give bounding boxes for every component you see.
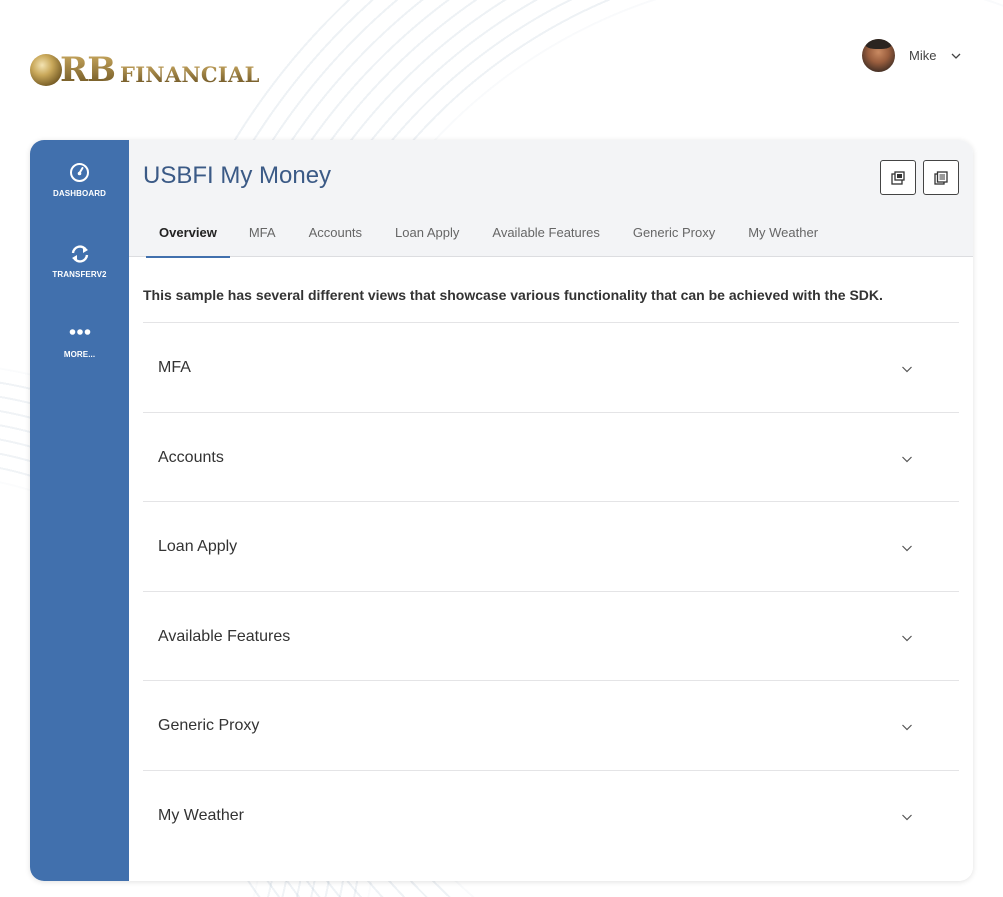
accordion-label: Available Features (158, 627, 291, 645)
accordion-label: Generic Proxy (158, 717, 260, 735)
brand-logo[interactable]: RB FINANCIAL (30, 50, 260, 90)
sidebar-nav: DASHBOARD TRANSFERV2 MORE... (30, 140, 129, 881)
accordion-label: Accounts (158, 448, 224, 466)
more-dots-icon (69, 329, 90, 335)
accordion-item-accounts[interactable]: Accounts (143, 411, 959, 502)
tab-my-weather[interactable]: My Weather (728, 213, 831, 257)
tab-overview[interactable]: Overview (146, 213, 230, 258)
intro-text: This sample has several different views … (143, 287, 883, 303)
chevron-down-icon[interactable] (901, 453, 913, 465)
chevron-down-icon[interactable] (901, 363, 913, 375)
accordion-item-generic-proxy[interactable]: Generic Proxy (143, 680, 959, 770)
sidebar-item-label: TRANSFERV2 (52, 270, 107, 279)
orb-logo-icon (30, 54, 62, 86)
tab-available-features[interactable]: Available Features (472, 213, 612, 257)
user-menu[interactable]: Mike (862, 39, 962, 72)
accordion-item-my-weather[interactable]: My Weather (143, 769, 959, 860)
sidebar-item-label: MORE... (63, 350, 96, 359)
accordion-list: MFA Accounts Loan Apply Available Featur… (143, 322, 959, 860)
popout-window-icon (891, 170, 905, 185)
sidebar-item-dashboard[interactable]: DASHBOARD (30, 162, 129, 198)
logo-rb-text: RB (60, 50, 116, 90)
content-area: USBFI My Money Overview MFA Accounts Loa… (129, 140, 973, 881)
tab-mfa[interactable]: MFA (230, 213, 289, 257)
sidebar-item-more[interactable]: MORE... (30, 328, 129, 359)
content-header: USBFI My Money Overview MFA Accounts Loa… (129, 140, 973, 258)
accordion-label: My Weather (158, 806, 244, 824)
popout-button[interactable] (880, 160, 916, 195)
tab-bar: Overview MFA Accounts Loan Apply Availab… (146, 213, 831, 258)
user-avatar[interactable] (862, 39, 895, 72)
accordion-item-loan-apply[interactable]: Loan Apply (143, 501, 959, 591)
user-name[interactable]: Mike (909, 48, 936, 63)
sidebar-item-transferv2[interactable]: TRANSFERV2 (30, 244, 129, 279)
refresh-arrows-icon (71, 245, 88, 263)
accordion-label: MFA (158, 359, 191, 376)
chevron-down-icon[interactable] (901, 632, 913, 644)
document-list-button[interactable] (923, 160, 959, 195)
chevron-down-icon[interactable] (901, 721, 913, 733)
main-card: DASHBOARD TRANSFERV2 MORE... USBFI My Mo… (30, 140, 973, 881)
speedometer-icon (70, 163, 89, 182)
accordion-item-available-features[interactable]: Available Features (143, 590, 959, 681)
tab-accounts[interactable]: Accounts (289, 213, 375, 257)
chevron-down-icon[interactable] (901, 542, 913, 554)
tab-loan-apply[interactable]: Loan Apply (375, 213, 472, 257)
chevron-down-icon[interactable] (901, 811, 913, 823)
tab-generic-proxy[interactable]: Generic Proxy (613, 213, 728, 257)
page-title: USBFI My Money (143, 162, 332, 189)
document-list-icon (934, 170, 948, 185)
chevron-down-icon[interactable] (950, 50, 962, 62)
accordion-item-mfa[interactable]: MFA (143, 322, 959, 412)
logo-financial-text: FINANCIAL (120, 62, 260, 87)
sidebar-item-label: DASHBOARD (53, 189, 106, 198)
accordion-label: Loan Apply (158, 538, 238, 556)
